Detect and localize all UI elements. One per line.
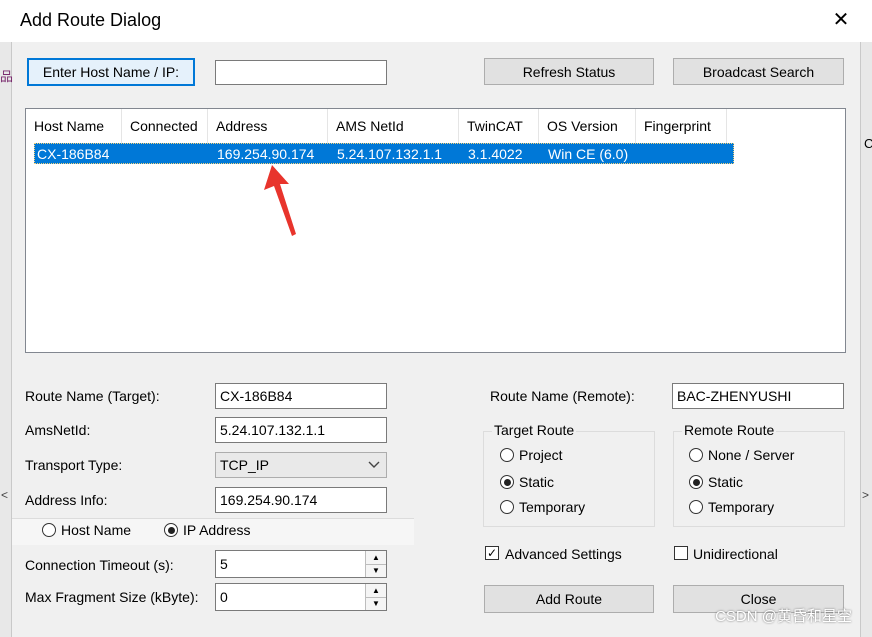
target-route-temporary-label: Temporary (519, 499, 586, 515)
unidirectional-checkbox[interactable] (674, 546, 688, 560)
target-route-project-radio[interactable] (500, 448, 514, 462)
advanced-settings-checkbox[interactable]: ✓ (485, 546, 499, 560)
remote-route-none-label: None / Server (708, 447, 795, 463)
background-arrow-right-icon: > (862, 488, 870, 502)
host-list[interactable]: Host Name Connected Address AMS NetId Tw… (25, 108, 846, 353)
remote-route-temporary-label: Temporary (708, 499, 775, 515)
background-window-edge-left (0, 42, 12, 637)
host-input[interactable] (215, 60, 387, 85)
broadcast-search-button[interactable]: Broadcast Search (673, 58, 844, 85)
host-name-radio-label: Host Name (61, 522, 132, 538)
cell-ams-netid: 5.24.107.132.1.1 (337, 146, 443, 162)
timeout-spinner[interactable]: ▲ ▼ (365, 551, 386, 577)
advanced-settings-label: Advanced Settings (505, 546, 622, 562)
transport-type-label: Transport Type: (25, 457, 123, 473)
cell-fingerprint (643, 144, 645, 165)
spin-up-icon[interactable]: ▲ (366, 584, 386, 597)
column-header-ams-netid[interactable]: AMS NetId (328, 109, 459, 143)
column-header-host-name[interactable]: Host Name (26, 109, 122, 143)
column-header-address[interactable]: Address (208, 109, 328, 143)
connection-timeout-input[interactable]: 5 ▲ ▼ (215, 550, 387, 578)
transport-type-value: TCP_IP (220, 457, 270, 473)
route-name-remote-input[interactable]: BAC-ZHENYUSHI (672, 383, 844, 409)
chevron-down-icon (368, 461, 380, 468)
column-header-twincat[interactable]: TwinCAT (459, 109, 539, 143)
target-route-static-radio[interactable] (500, 475, 514, 489)
host-name-radio[interactable] (42, 523, 56, 537)
cell-twincat: 3.1.4022 (468, 146, 523, 162)
remote-route-temporary-radio[interactable] (689, 500, 703, 514)
refresh-status-button[interactable]: Refresh Status (484, 58, 654, 85)
target-route-project-label: Project (519, 447, 563, 463)
route-name-target-input[interactable]: CX-186B84 (215, 383, 387, 409)
ams-netid-input[interactable]: 5.24.107.132.1.1 (215, 417, 387, 443)
column-header-os-version[interactable]: OS Version (539, 109, 636, 143)
table-row[interactable]: CX-186B84 169.254.90.174 5.24.107.132.1.… (34, 143, 734, 164)
unidirectional-label: Unidirectional (693, 546, 778, 562)
route-name-target-label: Route Name (Target): (25, 388, 160, 404)
target-route-title: Target Route (492, 422, 577, 438)
column-header-fingerprint[interactable]: Fingerprint (636, 109, 727, 143)
ip-address-radio[interactable] (164, 523, 178, 537)
address-info-label: Address Info: (25, 492, 108, 508)
cell-host-name: CX-186B84 (37, 146, 110, 162)
remote-route-static-radio[interactable] (689, 475, 703, 489)
remote-route-none-radio[interactable] (689, 448, 703, 462)
remote-route-title: Remote Route (682, 422, 777, 438)
max-fragment-label: Max Fragment Size (kByte): (25, 589, 199, 605)
target-route-static-label: Static (519, 474, 555, 490)
window-title: Add Route Dialog (20, 10, 162, 30)
max-fragment-input[interactable]: 0 ▲ ▼ (215, 583, 387, 611)
connection-timeout-value: 5 (220, 556, 228, 572)
annotation-arrow-icon (264, 165, 296, 236)
ip-address-radio-label: IP Address (183, 522, 251, 538)
spin-up-icon[interactable]: ▲ (366, 551, 386, 564)
fragment-spinner[interactable]: ▲ ▼ (365, 584, 386, 610)
cell-connected (123, 144, 125, 165)
background-text: C (864, 136, 872, 151)
ams-netid-label: AmsNetId: (25, 422, 91, 438)
add-route-button[interactable]: Add Route (484, 585, 654, 613)
route-name-remote-label: Route Name (Remote): (490, 388, 635, 404)
spin-down-icon[interactable]: ▼ (366, 596, 386, 610)
background-window-edge-right (860, 42, 872, 637)
background-arrow-left-icon: < (1, 488, 9, 502)
address-info-input[interactable]: 169.254.90.174 (215, 487, 387, 513)
spin-down-icon[interactable]: ▼ (366, 563, 386, 577)
remote-route-static-label: Static (708, 474, 744, 490)
background-icon: 品 (0, 69, 14, 84)
connection-timeout-label: Connection Timeout (s): (25, 557, 174, 573)
target-route-temporary-radio[interactable] (500, 500, 514, 514)
watermark: CSDN @黄昏和星空 (715, 608, 852, 625)
transport-type-select[interactable]: TCP_IP (215, 452, 387, 478)
close-icon[interactable]: ✕ (826, 6, 856, 34)
enter-host-button[interactable]: Enter Host Name / IP: (27, 58, 195, 86)
max-fragment-value: 0 (220, 589, 228, 605)
column-header-connected[interactable]: Connected (122, 109, 208, 143)
cell-os-version: Win CE (6.0) (548, 146, 629, 162)
